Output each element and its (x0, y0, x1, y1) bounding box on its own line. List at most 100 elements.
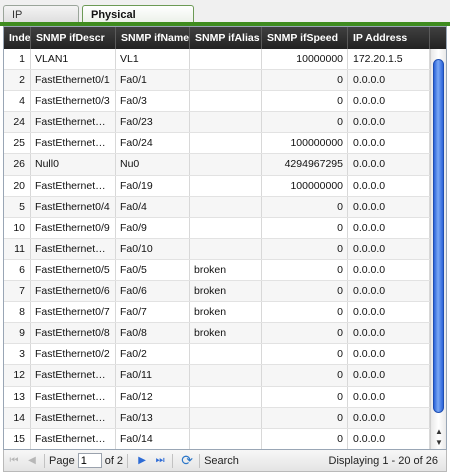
cell-index: 25 (4, 133, 31, 154)
grid-header: Index SNMP ifDescr SNMP ifName SNMP ifAl… (4, 27, 446, 49)
table-row[interactable]: 1 VLAN1 VL1 10000000 172.20.1.5 (4, 49, 430, 71)
cell-ifalias (190, 428, 262, 449)
paging-toolbar: ⏮ ◀ Page of 2 ▶ ⏭ ⟳ Search Displaying 1 … (3, 450, 447, 472)
cell-ifname: Fa0/10 (116, 238, 190, 259)
cell-ifname: Fa0/7 (116, 302, 190, 323)
cell-ifdescr: FastEthernet0/23 (31, 112, 116, 133)
cell-ifname: Fa0/19 (116, 175, 190, 196)
cell-ifdescr: FastEthernet0/12 (31, 386, 116, 407)
table-row[interactable]: 5 FastEthernet0/4 Fa0/4 0 0.0.0.0 (4, 196, 430, 218)
cell-index: 6 (4, 259, 31, 281)
cell-ifalias (190, 344, 262, 365)
table-row[interactable]: 11 FastEthernet0/10 Fa0/10 0 0.0.0.0 (4, 238, 430, 260)
cell-ifspeed: 10000000 (262, 49, 348, 70)
cell-ifdescr: FastEthernet0/13 (31, 407, 116, 428)
next-page-icon[interactable]: ▶ (134, 453, 150, 469)
table-row[interactable]: 15 FastEthernet0/14 Fa0/14 0 0.0.0.0 (4, 428, 430, 449)
cell-ifname: Fa0/9 (116, 217, 190, 238)
last-page-icon[interactable]: ⏭ (152, 453, 168, 469)
page-number-input[interactable] (77, 453, 102, 468)
table-row[interactable]: 3 FastEthernet0/2 Fa0/2 0 0.0.0.0 (4, 344, 430, 366)
cell-ip-address: 0.0.0.0 (348, 259, 430, 281)
cell-ifspeed: 0 (262, 302, 348, 323)
cell-index: 1 (4, 49, 31, 70)
cell-ip-address: 0.0.0.0 (348, 365, 430, 386)
toolbar-separator (172, 453, 174, 468)
cell-ifalias (190, 238, 262, 259)
table-row[interactable]: 6 FastEthernet0/5 Fa0/5 broken 0 0.0.0.0 (4, 259, 430, 282)
scroll-up-icon[interactable]: ▲ (434, 427, 444, 437)
table-row[interactable]: 8 FastEthernet0/7 Fa0/7 broken 0 0.0.0.0 (4, 302, 430, 324)
column-header-index[interactable]: Index (4, 27, 31, 49)
cell-index: 9 (4, 323, 31, 344)
cell-ifdescr: FastEthernet0/8 (31, 323, 116, 344)
table-row[interactable]: 12 FastEthernet0/11 Fa0/11 0 0.0.0.0 (4, 365, 430, 387)
table-row[interactable]: 2 FastEthernet0/1 Fa0/1 0 0.0.0.0 (4, 70, 430, 92)
vertical-scrollbar[interactable]: ▲ ▼ (430, 49, 446, 449)
tab-strip: IP Interfaces Physical Interfaces (0, 0, 450, 33)
table-row[interactable]: 7 FastEthernet0/6 Fa0/6 broken 0 0.0.0.0 (4, 281, 430, 303)
cell-ifname: VL1 (116, 49, 190, 70)
cell-ifdescr: FastEthernet0/11 (31, 365, 116, 386)
cell-ip-address: 0.0.0.0 (348, 175, 430, 196)
cell-ifalias (190, 133, 262, 154)
cell-ip-address: 0.0.0.0 (348, 407, 430, 428)
cell-ifname: Fa0/24 (116, 133, 190, 154)
cell-ifalias: broken (190, 302, 262, 323)
cell-ip-address: 0.0.0.0 (348, 386, 430, 407)
cell-ifdescr: FastEthernet0/5 (31, 259, 116, 281)
cell-ifspeed: 0 (262, 386, 348, 407)
table-row[interactable]: 4 FastEthernet0/3 Fa0/3 0 0.0.0.0 (4, 91, 430, 113)
table-row[interactable]: 10 FastEthernet0/9 Fa0/9 0 0.0.0.0 (4, 217, 430, 239)
cell-ip-address: 0.0.0.0 (348, 154, 430, 175)
column-header-ifdescr[interactable]: SNMP ifDescr (31, 27, 116, 49)
table-row[interactable]: 20 FastEthernet0/19 Fa0/19 100000000 0.0.0.0 (4, 175, 430, 197)
cell-ifdescr: FastEthernet0/24 (31, 133, 116, 154)
cell-index: 24 (4, 112, 31, 133)
table-row[interactable]: 9 FastEthernet0/8 Fa0/8 broken 0 0.0.0.0 (4, 323, 430, 345)
column-header-ifspeed[interactable]: SNMP ifSpeed (262, 27, 348, 49)
table-row[interactable]: 14 FastEthernet0/13 Fa0/13 0 0.0.0.0 (4, 407, 430, 429)
cell-index: 8 (4, 302, 31, 323)
cell-ifspeed: 4294967295 (262, 154, 348, 175)
cell-index: 13 (4, 386, 31, 407)
cell-ifspeed: 0 (262, 407, 348, 428)
scroll-thumb[interactable] (433, 59, 444, 413)
cell-ifspeed: 0 (262, 70, 348, 91)
cell-ifdescr: FastEthernet0/7 (31, 302, 116, 323)
cell-ifname: Fa0/3 (116, 91, 190, 112)
cell-ifdescr: FastEthernet0/9 (31, 217, 116, 238)
prev-page-icon[interactable]: ◀ (24, 453, 40, 469)
cell-ifdescr: FastEthernet0/3 (31, 91, 116, 112)
cell-ifalias (190, 91, 262, 112)
cell-ifname: Fa0/12 (116, 386, 190, 407)
column-header-ifalias[interactable]: SNMP ifAlias (190, 27, 262, 49)
table-row[interactable]: 24 FastEthernet0/23 Fa0/23 0 0.0.0.0 (4, 112, 430, 134)
cell-index: 14 (4, 407, 31, 428)
table-row[interactable]: 25 FastEthernet0/24 Fa0/24 100000000 0.0.0.0 (4, 133, 430, 155)
cell-ifspeed: 100000000 (262, 133, 348, 154)
cell-index: 7 (4, 281, 31, 302)
table-row[interactable]: 13 FastEthernet0/12 Fa0/12 0 0.0.0.0 (4, 386, 430, 408)
cell-ip-address: 0.0.0.0 (348, 133, 430, 154)
cell-index: 3 (4, 344, 31, 365)
scroll-down-icon[interactable]: ▼ (434, 438, 444, 448)
cell-ip-address: 0.0.0.0 (348, 344, 430, 365)
refresh-icon[interactable]: ⟳ (179, 452, 195, 469)
cell-ifname: Fa0/4 (116, 196, 190, 217)
cell-ip-address: 0.0.0.0 (348, 196, 430, 217)
cell-index: 2 (4, 70, 31, 91)
table-row[interactable]: 26 Null0 Nu0 4294967295 0.0.0.0 (4, 154, 430, 176)
cell-ifspeed: 100000000 (262, 175, 348, 196)
cell-ifname: Nu0 (116, 154, 190, 175)
column-header-ifname[interactable]: SNMP ifName (116, 27, 190, 49)
cell-ifalias (190, 407, 262, 428)
column-header-ip-address[interactable]: IP Address (348, 27, 430, 49)
cell-ip-address: 0.0.0.0 (348, 112, 430, 133)
cell-ifalias (190, 196, 262, 217)
cell-ifname: Fa0/2 (116, 344, 190, 365)
cell-ifspeed: 0 (262, 323, 348, 344)
cell-ip-address: 172.20.1.5 (348, 49, 430, 70)
first-page-icon[interactable]: ⏮ (6, 453, 22, 469)
search-label[interactable]: Search (204, 455, 239, 467)
